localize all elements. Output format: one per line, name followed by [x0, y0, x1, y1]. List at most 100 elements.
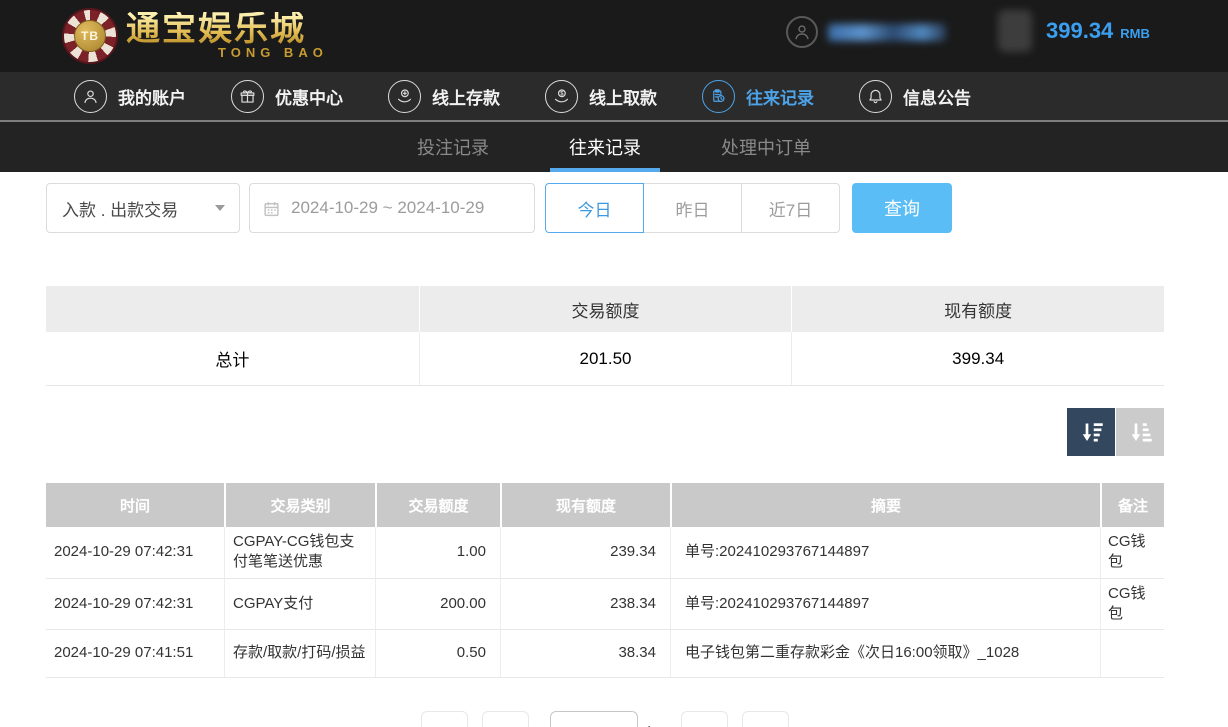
summary-table: 交易额度 现有额度 总计 201.50 399.34 [46, 286, 1164, 386]
nav-label: 线上存款 [432, 84, 500, 109]
cell-amount: 200.00 [375, 579, 500, 630]
tab-label: 投注记录 [417, 134, 489, 160]
cell-balance: 239.34 [500, 527, 670, 578]
main-navigation: 我的账户 优惠中心 线上存款 $ 线上取款 往来记录 信息公告 [0, 72, 1228, 122]
yesterday-button[interactable]: 昨日 [643, 183, 742, 233]
poker-chip-logo-icon: TB [62, 8, 118, 64]
dropdown-caret-icon [215, 205, 225, 211]
calendar-icon [263, 200, 280, 217]
nav-label: 我的账户 [118, 84, 186, 109]
table-row: 2024-10-29 07:41:51 存款/取款/打码/损益 0.50 38.… [46, 630, 1164, 678]
tab-pending-orders[interactable]: 处理中订单 [702, 122, 830, 172]
table-row: 2024-10-29 07:42:31 CGPAY支付 200.00 238.3… [46, 579, 1164, 631]
cell-category: CGPAY支付 [224, 579, 375, 630]
logo-title: 通宝娱乐城 [126, 12, 328, 48]
sort-ascending-button[interactable] [1116, 408, 1164, 456]
summary-header-current-amount: 现有额度 [791, 286, 1164, 332]
transaction-type-select[interactable]: 入款 . 出款交易 [46, 183, 240, 233]
nav-label: 往来记录 [746, 84, 814, 109]
col-header-note: 备注 [1100, 483, 1164, 527]
cell-time: 2024-10-29 07:41:51 [46, 630, 224, 677]
sub-tab-bar: 投注记录 往来记录 处理中订单 [0, 122, 1228, 172]
cell-amount: 1.00 [375, 527, 500, 578]
wallet-balance-area[interactable]: 399.34 RMB [998, 10, 1150, 52]
summary-trade-amount: 201.50 [419, 332, 792, 385]
wallet-icon [998, 10, 1032, 52]
pagination: « ‹ 1 /1 › » [46, 711, 1164, 727]
summary-table-row: 总计 201.50 399.34 [46, 332, 1164, 386]
deposit-icon [388, 80, 421, 113]
cell-balance: 238.34 [500, 579, 670, 630]
records-table: 时间 交易类别 交易额度 现有额度 摘要 备注 2024-10-29 07:42… [46, 483, 1164, 678]
col-header-time: 时间 [46, 483, 224, 527]
summary-total-label: 总计 [46, 332, 419, 385]
page-select[interactable]: 1 [550, 711, 638, 727]
col-header-category: 交易类别 [224, 483, 375, 527]
tab-label: 处理中订单 [721, 134, 811, 160]
summary-table-header: 交易额度 现有额度 [46, 286, 1164, 332]
sort-descending-icon [1078, 419, 1105, 446]
nav-label: 线上取款 [589, 84, 657, 109]
next-page-button[interactable]: › [681, 711, 728, 727]
search-button[interactable]: 查询 [852, 183, 952, 233]
cell-summary: 电子钱包第二重存款彩金《次日16:00领取》_1028 [670, 630, 1100, 677]
summary-header-empty [46, 286, 419, 332]
cell-summary: 单号:202410293767144897 [670, 579, 1100, 630]
cell-note: CG钱包 [1100, 527, 1164, 578]
transaction-type-value: 入款 . 出款交易 [62, 196, 178, 221]
tab-label: 往来记录 [569, 134, 641, 160]
filter-row: 入款 . 出款交易 2024-10-29 ~ 2024-10-29 今日 昨日 … [46, 183, 1164, 233]
balance-currency: RMB [1120, 26, 1150, 41]
cell-note [1100, 630, 1164, 677]
col-header-summary: 摘要 [670, 483, 1100, 527]
last-page-button[interactable]: » [742, 711, 789, 727]
cell-time: 2024-10-29 07:42:31 [46, 527, 224, 578]
username-redacted [828, 24, 946, 41]
nav-item-online-withdraw[interactable]: $ 线上取款 [545, 80, 657, 113]
gift-icon [231, 80, 264, 113]
logo-subtitle: TONG BAO [218, 45, 328, 60]
col-header-amount: 交易额度 [375, 483, 500, 527]
top-header: TB 通宝娱乐城 TONG BAO 399.34 RMB [0, 0, 1228, 72]
quick-date-button-group: 今日 昨日 近7日 [545, 183, 840, 233]
cell-category: CGPAY-CG钱包支付笔笔送优惠 [224, 527, 375, 578]
records-table-header: 时间 交易类别 交易额度 现有额度 摘要 备注 [46, 483, 1164, 527]
balance-amount: 399.34 [1046, 18, 1113, 44]
prev-page-button[interactable]: ‹ [482, 711, 529, 727]
records-icon [702, 80, 735, 113]
nav-item-transaction-records[interactable]: 往来记录 [702, 80, 814, 113]
logo-tb-monogram: TB [74, 20, 106, 52]
nav-label: 信息公告 [903, 84, 971, 109]
sort-controls [46, 408, 1164, 456]
user-account-area[interactable] [786, 16, 946, 48]
sort-descending-button[interactable] [1067, 408, 1115, 456]
nav-item-announcements[interactable]: 信息公告 [859, 80, 971, 113]
site-logo[interactable]: TB 通宝娱乐城 TONG BAO [62, 8, 328, 64]
date-range-input[interactable]: 2024-10-29 ~ 2024-10-29 [249, 183, 535, 233]
tab-bet-records[interactable]: 投注记录 [398, 122, 508, 172]
cell-summary: 单号:202410293767144897 [670, 527, 1100, 578]
date-range-value: 2024-10-29 ~ 2024-10-29 [291, 198, 484, 218]
summary-current-amount: 399.34 [791, 332, 1164, 385]
bell-icon [859, 80, 892, 113]
user-icon [74, 80, 107, 113]
tab-transaction-records[interactable]: 往来记录 [550, 122, 660, 172]
nav-item-online-deposit[interactable]: 线上存款 [388, 80, 500, 113]
sort-ascending-icon [1127, 419, 1154, 446]
first-page-button[interactable]: « [421, 711, 468, 727]
nav-item-promotions[interactable]: 优惠中心 [231, 80, 343, 113]
nav-item-my-account[interactable]: 我的账户 [74, 80, 186, 113]
nav-label: 优惠中心 [275, 84, 343, 109]
page-total-label: /1 [646, 711, 659, 727]
cell-category: 存款/取款/打码/损益 [224, 630, 375, 677]
withdraw-icon: $ [545, 80, 578, 113]
cell-amount: 0.50 [375, 630, 500, 677]
cell-note: CG钱包 [1100, 579, 1164, 630]
last7days-button[interactable]: 近7日 [741, 183, 840, 233]
logo-text: 通宝娱乐城 TONG BAO [126, 12, 328, 60]
cell-time: 2024-10-29 07:42:31 [46, 579, 224, 630]
avatar-icon [786, 16, 818, 48]
today-button[interactable]: 今日 [545, 183, 644, 233]
col-header-balance: 现有额度 [500, 483, 670, 527]
main-content: 入款 . 出款交易 2024-10-29 ~ 2024-10-29 今日 昨日 … [0, 183, 1228, 727]
